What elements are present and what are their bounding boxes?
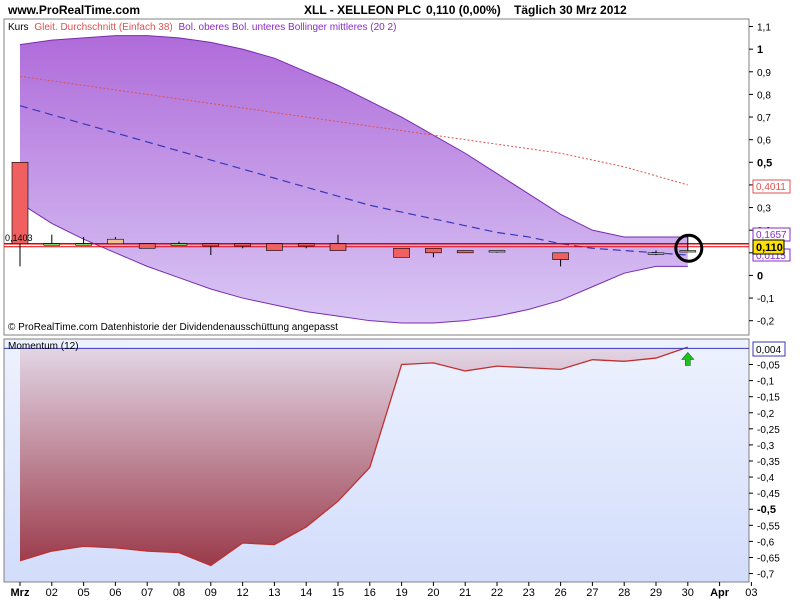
momentum-axis-label: -0,05 bbox=[757, 361, 780, 372]
candle-body bbox=[234, 243, 251, 247]
price-axis-label: -0,1 bbox=[757, 294, 775, 305]
x-axis-label: 05 bbox=[77, 587, 89, 599]
candle-body bbox=[488, 250, 506, 253]
x-axis-label: 08 bbox=[173, 587, 185, 599]
momentum-axis-label: -0,4 bbox=[757, 473, 775, 484]
momentum-axis-label: -0,3 bbox=[757, 441, 775, 452]
x-axis-label: 28 bbox=[618, 587, 630, 599]
candle-body bbox=[75, 243, 92, 246]
momentum-axis-label: -0,6 bbox=[757, 537, 775, 548]
svg-text:0,4011: 0,4011 bbox=[756, 182, 786, 193]
price-left-label: 0,1403 bbox=[5, 233, 33, 243]
price-axis-label: 0,9 bbox=[757, 68, 771, 79]
price-axis-label: 0,8 bbox=[757, 90, 771, 101]
momentum-axis-label: -0,35 bbox=[757, 457, 780, 468]
x-axis-label: 14 bbox=[300, 587, 312, 599]
x-axis-label: 12 bbox=[236, 587, 248, 599]
legend-bollinger: Bol. oberes Bol. unteres Bollinger mittl… bbox=[179, 22, 397, 33]
candle-body bbox=[456, 250, 474, 254]
x-axis-label: 15 bbox=[332, 587, 344, 599]
candle-body bbox=[329, 243, 347, 251]
price-footer: © ProRealTime.com Datenhistorie der Divi… bbox=[8, 322, 338, 333]
badge-close: 0,110 bbox=[752, 239, 785, 255]
x-axis-label: 09 bbox=[205, 587, 217, 599]
x-axis-label: 16 bbox=[364, 587, 376, 599]
chart-canvas: 1,110,90,80,70,60,50,40,30,20,10-0,1-0,2… bbox=[3, 18, 791, 599]
x-axis-label: 20 bbox=[427, 587, 439, 599]
candle-body bbox=[552, 252, 569, 260]
candle-body bbox=[266, 243, 283, 251]
candle-body bbox=[107, 238, 124, 245]
candle bbox=[266, 243, 283, 251]
momentum-axis-label: -0,15 bbox=[757, 393, 780, 404]
x-axis-label: 30 bbox=[682, 587, 694, 599]
momentum-axis-label: -0,7 bbox=[757, 570, 775, 581]
site-name[interactable]: www.ProRealTime.com bbox=[8, 3, 140, 17]
candle-body bbox=[170, 243, 188, 246]
svg-text:Kurs Gleit. Durchschnitt (: Kurs Gleit. Durchschnitt (Einfach 38) Bo… bbox=[8, 22, 396, 33]
price-axis-label: 1 bbox=[757, 44, 763, 56]
badge-sma: 0,4011 bbox=[752, 179, 791, 194]
period-date: Täglich 30 Mrz 2012 bbox=[514, 3, 627, 17]
badge-boll-upper: 0,1657 bbox=[752, 227, 791, 242]
candle-body bbox=[138, 243, 156, 249]
momentum-axis-label: -0,2 bbox=[757, 409, 775, 420]
svg-text:0,1657: 0,1657 bbox=[756, 230, 787, 241]
price-axis-label: 0,3 bbox=[757, 204, 771, 215]
svg-text:0,004: 0,004 bbox=[756, 345, 781, 356]
candle bbox=[456, 250, 474, 254]
price-axis-label: 0 bbox=[757, 270, 763, 282]
candle-body bbox=[297, 243, 315, 247]
price-axis-label: -0,2 bbox=[757, 317, 775, 328]
legend-sma: Gleit. Durchschnitt (Einfach 38) bbox=[34, 22, 172, 33]
candle bbox=[393, 247, 410, 258]
x-axis-label: 23 bbox=[523, 587, 535, 599]
x-axis-label: 19 bbox=[395, 587, 407, 599]
x-axis-label: 27 bbox=[586, 587, 598, 599]
momentum-axis-label: -0,5 bbox=[757, 504, 776, 516]
price-axis-label: 0,5 bbox=[757, 157, 772, 169]
candle bbox=[138, 243, 156, 249]
svg-text:0,110: 0,110 bbox=[756, 242, 783, 254]
momentum-axis-label: -0,25 bbox=[757, 425, 780, 436]
legend-momentum: Momentum (12) bbox=[8, 341, 79, 352]
price-axis-label: 1,1 bbox=[757, 23, 771, 34]
candle-body bbox=[202, 243, 220, 247]
x-axis-label: 22 bbox=[491, 587, 503, 599]
legend-kurs: Kurs bbox=[8, 22, 29, 33]
quote-value: 0,110 (0,00%) bbox=[426, 3, 501, 17]
instrument-title: XLL - XELLEON PLC bbox=[304, 3, 422, 17]
candle-body bbox=[425, 247, 442, 254]
x-axis-label: 03 bbox=[745, 587, 757, 599]
x-axis-label: Apr bbox=[710, 587, 730, 599]
momentum-axis-label: -0,65 bbox=[757, 553, 780, 564]
x-axis-label: 21 bbox=[459, 587, 471, 599]
momentum-axis-label: -0,45 bbox=[757, 489, 780, 500]
price-axis-label: 0,7 bbox=[757, 113, 771, 124]
x-axis-label: 26 bbox=[554, 587, 566, 599]
x-axis-label: Mrz bbox=[11, 587, 30, 599]
momentum-axis-label: -0,55 bbox=[757, 521, 780, 532]
price-axis-label: 0,6 bbox=[757, 136, 771, 147]
candle-body bbox=[11, 161, 29, 245]
candle-body bbox=[647, 252, 665, 255]
candle-body bbox=[43, 243, 61, 246]
x-axis-label: 29 bbox=[650, 587, 662, 599]
badge-momentum: 0,004 bbox=[752, 341, 786, 357]
momentum-axis-label: -0,1 bbox=[757, 377, 775, 388]
x-axis-label: 06 bbox=[109, 587, 121, 599]
x-axis-label: 02 bbox=[46, 587, 58, 599]
x-axis-label: 13 bbox=[268, 587, 280, 599]
candle-body bbox=[679, 250, 697, 253]
candle-body bbox=[393, 247, 410, 258]
x-axis-label: 07 bbox=[141, 587, 153, 599]
